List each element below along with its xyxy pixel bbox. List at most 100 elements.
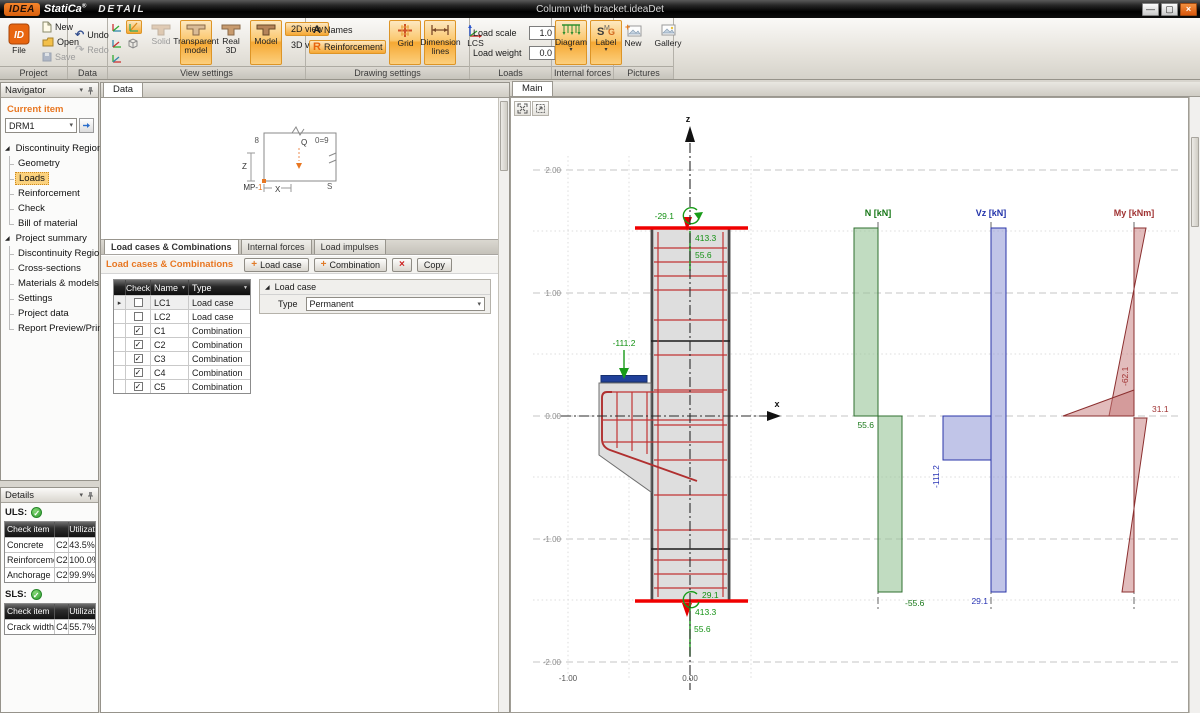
current-item-select[interactable]: DRM1 ▾ xyxy=(5,118,77,133)
tree-item-settings[interactable]: Settings xyxy=(1,291,98,306)
table-row[interactable]: ✓ C4 Combination xyxy=(114,365,250,379)
filter-icon[interactable]: ▼ xyxy=(243,285,248,291)
table-row[interactable]: Concrete C2 43.5% xyxy=(5,537,95,552)
checkbox[interactable] xyxy=(134,312,143,321)
sketch-dim-z: Z xyxy=(242,162,247,171)
checkbox[interactable]: ✓ xyxy=(134,354,143,363)
axis-triad-icon[interactable] xyxy=(111,21,123,33)
z-axis-label: z xyxy=(686,114,691,124)
main-scrollbar[interactable] xyxy=(1189,97,1200,713)
filter-icon[interactable]: ▼ xyxy=(181,285,186,291)
scrollbar-thumb[interactable] xyxy=(1191,137,1199,227)
table-row[interactable]: ✓ C5 Combination xyxy=(114,379,250,393)
close-button[interactable]: × xyxy=(1180,3,1197,16)
add-load-case-button[interactable]: + Load case xyxy=(244,258,308,272)
undo-button[interactable]: ↶ Undo xyxy=(71,28,113,42)
tree-item-cross-sections[interactable]: Cross-sections xyxy=(1,261,98,276)
tree-item-project-data[interactable]: Project data xyxy=(1,306,98,321)
zoom-window-icon xyxy=(535,103,546,114)
table-row[interactable]: ✓ C2 Combination xyxy=(114,337,250,351)
delete-button[interactable]: × xyxy=(392,258,412,272)
transparent-model-button[interactable]: Transparent model xyxy=(180,20,212,65)
column-structure[interactable] xyxy=(599,228,748,601)
pin-icon[interactable] xyxy=(87,86,94,95)
expander-icon[interactable]: ◢ xyxy=(5,145,10,152)
subtab-load-cases[interactable]: Load cases & Combinations xyxy=(104,239,239,254)
table-row[interactable]: Reinforcement C2 100.0% xyxy=(5,552,95,567)
window-controls: — ▢ × xyxy=(1142,3,1197,16)
my-diagram[interactable]: My [kNm] -62.1 31.1 xyxy=(1063,208,1169,610)
reinforcement-toggle[interactable]: R Reinforcement xyxy=(309,40,386,54)
panel-menu-icon[interactable]: ▾ xyxy=(79,87,83,94)
model-button[interactable]: Model xyxy=(250,20,282,65)
minimize-button[interactable]: — xyxy=(1142,3,1159,16)
expander-icon[interactable]: ◢ xyxy=(5,235,10,242)
main-canvas[interactable]: 2.00 1.00 0.00 -1.00 -2.00 -1.00 0.00 xyxy=(510,97,1189,713)
goto-item-button[interactable] xyxy=(79,118,94,133)
subtab-load-impulses[interactable]: Load impulses xyxy=(314,239,386,254)
tree-item-loads[interactable]: Loads xyxy=(1,171,98,186)
tree-item-bill-of-material[interactable]: Bill of material xyxy=(1,216,98,231)
data-tabstrip: Data xyxy=(101,83,509,98)
names-toggle[interactable]: A Names xyxy=(309,23,386,37)
type-select[interactable]: Permanent ▾ xyxy=(306,297,485,311)
file-button[interactable]: ID File xyxy=(3,20,35,65)
view-axes-toggle[interactable] xyxy=(126,20,142,34)
dimension-lines-button[interactable]: Dimension lines xyxy=(424,20,456,65)
tree-item-check[interactable]: Check xyxy=(1,201,98,216)
n-diagram[interactable]: N [kN] 55.6 -55.6 xyxy=(854,208,925,610)
maximize-icon: ▢ xyxy=(1165,4,1174,14)
zoom-window-button[interactable] xyxy=(532,101,549,116)
scrollbar-thumb[interactable] xyxy=(500,101,508,171)
axis-triad-icon[interactable] xyxy=(111,52,123,64)
bracket[interactable] xyxy=(599,383,651,492)
diagram-button[interactable]: Diagram ▾ xyxy=(555,20,587,65)
solid-button[interactable]: Solid xyxy=(145,20,177,65)
table-row[interactable]: ▸ LC1 Load case xyxy=(114,295,250,309)
checkbox[interactable] xyxy=(134,298,143,307)
checkbox[interactable]: ✓ xyxy=(134,382,143,391)
tree-item-report-preview-print[interactable]: Report Preview/Print xyxy=(1,321,98,336)
checkbox[interactable]: ✓ xyxy=(134,326,143,335)
grid-button[interactable]: Grid xyxy=(389,20,421,65)
tab-data[interactable]: Data xyxy=(103,82,143,97)
expander-icon[interactable]: ◢ xyxy=(265,284,270,291)
tree-item-geometry[interactable]: Geometry xyxy=(1,156,98,171)
real-3d-button[interactable]: Real 3D xyxy=(215,20,247,65)
ribbon-group-label: View settings xyxy=(108,66,305,79)
tab-main[interactable]: Main xyxy=(512,81,553,96)
add-combination-button[interactable]: + Combination xyxy=(314,258,387,272)
pin-icon[interactable] xyxy=(87,491,94,500)
table-row[interactable]: ✓ C3 Combination xyxy=(114,351,250,365)
axis-triad-icon[interactable] xyxy=(111,37,123,49)
tree-section-project-summary[interactable]: ◢ Project summary xyxy=(1,231,98,246)
zoom-extents-button[interactable] xyxy=(514,101,531,116)
panel-menu-icon[interactable]: ▾ xyxy=(79,492,83,499)
redo-button[interactable]: ↷ Redo xyxy=(71,43,113,57)
checkbox[interactable]: ✓ xyxy=(134,340,143,349)
plus-icon: + xyxy=(251,260,257,270)
table-row[interactable]: LC2 Load case xyxy=(114,309,250,323)
tree-item-discontinuity-region[interactable]: Discontinuity Region xyxy=(1,246,98,261)
property-group-header[interactable]: ◢ Load case xyxy=(260,280,490,295)
ribbon-group-internal-forces: Diagram ▾ SMG Label ▾ Internal forces xyxy=(552,18,614,79)
table-row[interactable]: Anchorage C2 99.9% xyxy=(5,567,95,582)
table-row[interactable]: ✓ C1 Combination xyxy=(114,323,250,337)
maximize-button[interactable]: ▢ xyxy=(1161,3,1178,16)
table-row[interactable]: Crack width C4 55.7% xyxy=(5,619,95,634)
tree-section-discontinuity-region[interactable]: ◢ Discontinuity Region xyxy=(1,141,98,156)
vz-diagram[interactable]: Vz [kN] -111.2 29.1 xyxy=(931,208,1006,610)
details-header: Details ▾ xyxy=(1,488,98,503)
tree-item-materials-models[interactable]: Materials & models xyxy=(1,276,98,291)
copy-button[interactable]: Copy xyxy=(417,258,452,272)
subtab-internal-forces[interactable]: Internal forces xyxy=(241,239,312,254)
load-weight-value: 0.0 xyxy=(530,47,554,59)
ribbon-group-loads: Load scale 1.0 ▴ ▾ Load weight 0.0 xyxy=(470,18,552,79)
checkbox[interactable]: ✓ xyxy=(134,368,143,377)
minimize-icon: — xyxy=(1146,4,1155,14)
cube-icon[interactable] xyxy=(126,37,139,49)
data-panel-scrollbar[interactable] xyxy=(498,98,509,712)
brand-name: StatiCa® xyxy=(44,3,86,15)
tree-item-reinforcement[interactable]: Reinforcement xyxy=(1,186,98,201)
new-picture-button[interactable]: + New xyxy=(617,20,649,65)
